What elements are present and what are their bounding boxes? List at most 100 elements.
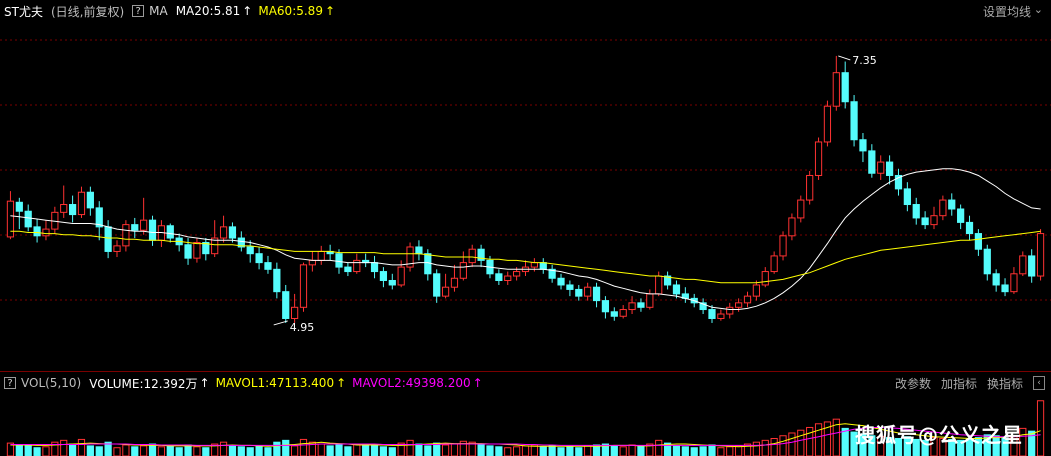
- volume-bar: [557, 447, 565, 456]
- switch-indicator-button[interactable]: 换指标: [987, 375, 1023, 392]
- candle-up: [619, 309, 627, 317]
- volume-bar: [477, 444, 485, 456]
- candle-up: [752, 284, 760, 297]
- candle-up: [761, 271, 769, 286]
- candle-down: [33, 226, 41, 237]
- volume-bar: [521, 445, 530, 456]
- price-chart: 7.35 4.95: [0, 39, 1051, 334]
- volume-bar: [655, 439, 663, 456]
- volume-header-bar: ? VOL(5,10) VOLUME:12.392万 ↑ MAVOL1:4711…: [0, 372, 1051, 394]
- candle-down: [335, 253, 343, 268]
- chevron-down-icon[interactable]: ⌄: [1034, 3, 1043, 16]
- volume-bar: [752, 441, 760, 456]
- period-label: (日线,前复权): [50, 4, 125, 19]
- volume-bar: [406, 439, 414, 456]
- volume-bar: [264, 447, 272, 456]
- indicator-buttons: 改参数 加指标 换指标 ‹: [895, 372, 1045, 394]
- candle-up: [530, 262, 538, 268]
- candle-up: [939, 199, 947, 217]
- candle-up: [797, 199, 805, 219]
- mavol1-up-arrow-icon: ↑: [336, 376, 347, 390]
- candle-up: [60, 204, 68, 213]
- volume-bar: [424, 445, 432, 456]
- volume-bar: [699, 446, 707, 456]
- candle-down: [868, 150, 876, 174]
- volume-bar: [672, 445, 681, 456]
- candle-up: [308, 259, 316, 266]
- volume-bar: [344, 446, 352, 456]
- high-label: 7.35: [852, 54, 877, 67]
- volume-bar: [770, 438, 778, 456]
- volume-bar: [273, 441, 281, 456]
- candle-down: [992, 273, 1000, 286]
- candle-down: [601, 300, 610, 313]
- candle-up: [1036, 233, 1045, 277]
- change-params-button[interactable]: 改参数: [895, 375, 931, 392]
- candle-down: [575, 288, 583, 297]
- volume-bar: [113, 447, 121, 456]
- question-box-icon[interactable]: ?: [4, 377, 16, 389]
- candle-up: [441, 286, 450, 297]
- volume-bar: [584, 445, 592, 456]
- candle-down: [539, 262, 547, 270]
- volume-bar: [291, 445, 299, 456]
- volume-bar: [433, 442, 441, 456]
- candle-down: [921, 217, 929, 226]
- volume-value: VOLUME:12.392万: [89, 376, 198, 391]
- candle-up: [717, 313, 725, 319]
- candle-down: [131, 224, 139, 231]
- candle-up: [42, 228, 50, 237]
- candle-up: [291, 306, 299, 319]
- volume-bar: [735, 445, 743, 456]
- settings-ma-button[interactable]: 设置均线: [983, 3, 1031, 20]
- candle-down: [957, 208, 965, 223]
- candle-down: [1001, 284, 1009, 293]
- candle-up: [788, 217, 796, 237]
- candle-down: [86, 191, 94, 209]
- volume-bar: [15, 445, 23, 456]
- volume-bar: [379, 446, 388, 456]
- candle-up: [779, 235, 787, 257]
- candle-up: [930, 215, 938, 226]
- volume-bar: [450, 443, 459, 456]
- volume-bar: [166, 445, 174, 456]
- volume-bar: [486, 445, 494, 456]
- volume-bar: [95, 446, 103, 456]
- price-header-bar: ST尤夫 (日线,前复权) ? MA MA20:5.81 ↑ MA60:5.89…: [0, 0, 1051, 22]
- candle-down: [344, 266, 352, 273]
- candle-down: [433, 273, 441, 297]
- vol-indicator-label: VOL(5,10): [21, 376, 82, 390]
- volume-bar: [77, 438, 86, 456]
- volume-bar: [504, 447, 512, 456]
- candle-down: [424, 253, 432, 275]
- volume-bar: [282, 439, 290, 456]
- volume-bar: [122, 444, 130, 456]
- candle-down: [495, 273, 503, 281]
- candle-down: [246, 246, 254, 255]
- volume-bar: [299, 438, 308, 456]
- candle-up: [646, 293, 654, 308]
- volume-bar: [140, 445, 148, 456]
- scroll-arrow-icon[interactable]: ‹: [1033, 376, 1045, 390]
- add-indicator-button[interactable]: 加指标: [941, 375, 977, 392]
- candle-up: [459, 262, 467, 279]
- volume-bar: [726, 446, 734, 456]
- candle-down: [672, 284, 681, 295]
- candle-down: [255, 253, 263, 264]
- volume-up-arrow-icon: ↑: [199, 376, 210, 390]
- candle-down: [708, 309, 716, 319]
- volume-bar: [362, 445, 370, 456]
- volume-bar: [779, 435, 787, 456]
- high-pointer: [838, 55, 851, 61]
- stock-name: ST尤夫: [4, 4, 43, 19]
- candle-up: [877, 161, 885, 174]
- candle-up: [1019, 255, 1027, 275]
- ma60-up-arrow-icon: ↑: [324, 4, 336, 18]
- ma20-value: MA20:5.81: [175, 4, 241, 18]
- question-box-icon[interactable]: ?: [132, 5, 145, 17]
- candle-down: [228, 226, 237, 239]
- volume-bar: [788, 432, 796, 456]
- mavol1-value: MAVOL1:47113.400: [215, 376, 335, 390]
- volume-bar: [60, 439, 68, 456]
- candle-up: [735, 302, 743, 308]
